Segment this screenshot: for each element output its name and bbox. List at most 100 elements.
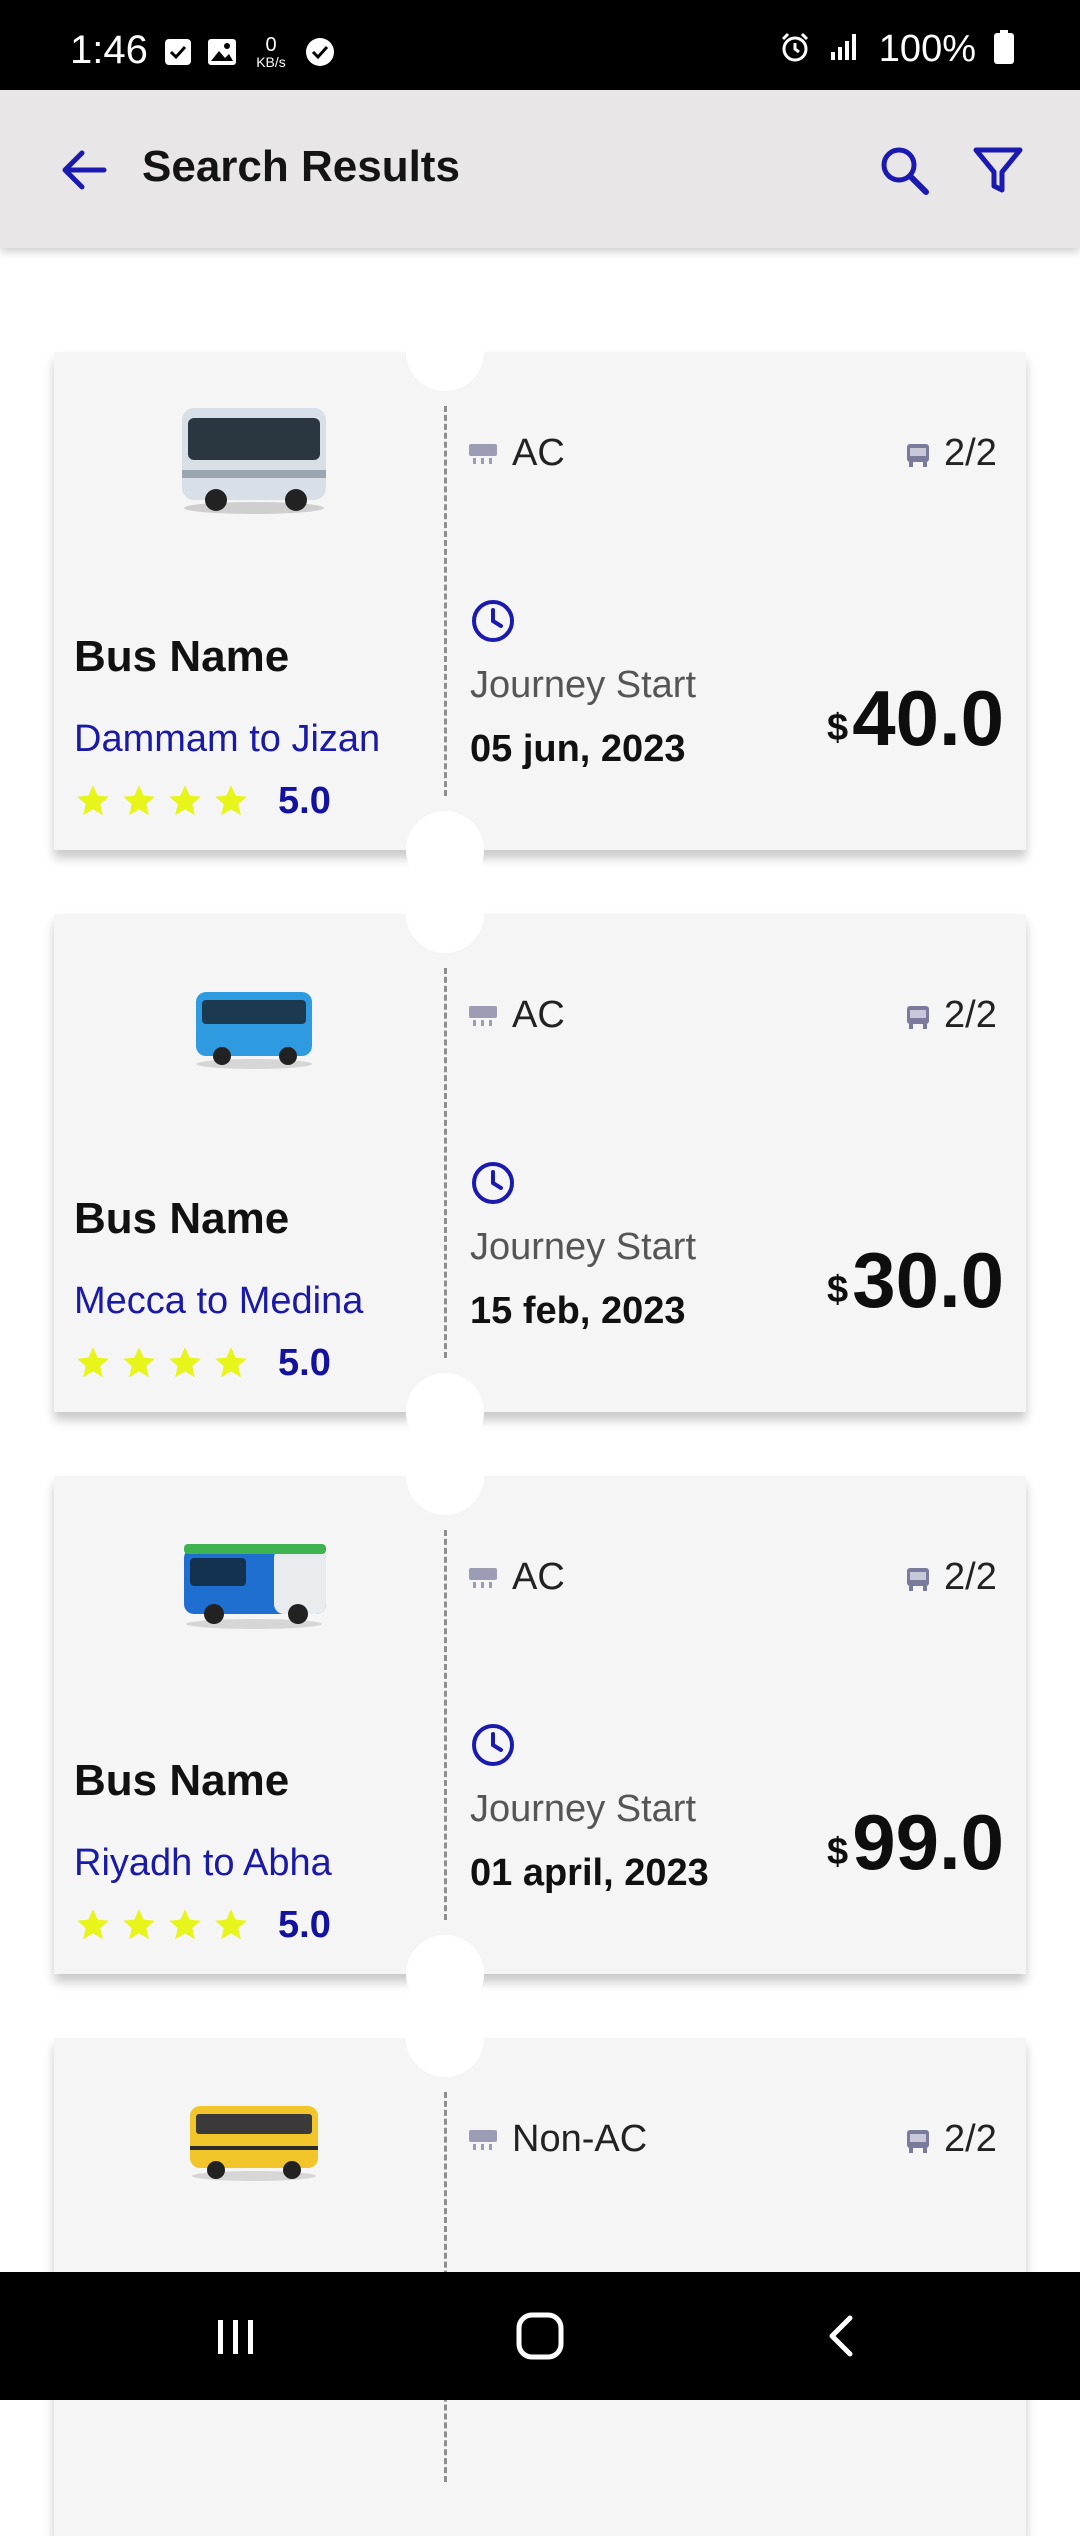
home-icon (516, 2312, 564, 2360)
price-currency: $ (827, 707, 849, 749)
seats-available: 2/2 (944, 994, 997, 1036)
bus-ticket-card[interactable]: Bus Name Dammam to Jizan 5.0 AC 2/2 Jour… (54, 313, 1026, 889)
journey-start-label: Journey Start (470, 1788, 696, 1830)
system-nav-bar (0, 2272, 1080, 2400)
page-title: Search Results (142, 142, 460, 191)
seats-available: 2/2 (944, 432, 997, 474)
ticket-divider (444, 1530, 447, 1920)
journey-date: 01 april, 2023 (470, 1852, 709, 1894)
bus-image (174, 390, 334, 518)
net-speed: 0 KB/s (251, 35, 291, 69)
price: $ 40.0 (827, 678, 1004, 758)
clock-icon (472, 1724, 514, 1766)
status-notifications: 0 KB/s (163, 35, 335, 69)
star-icon (123, 1909, 155, 1940)
app-bar: Search Results (0, 90, 1080, 248)
seat-icon (907, 444, 929, 467)
seats-available: 2/2 (944, 1556, 997, 1598)
signal-icon (829, 32, 861, 67)
ac-type: AC (512, 1556, 565, 1598)
star-rating (74, 782, 250, 820)
battery-percent: 100% (878, 28, 976, 70)
seat-icon (907, 2130, 929, 2153)
rating-value: 5.0 (278, 1342, 331, 1384)
star-icon (215, 1909, 247, 1940)
recent-apps-button[interactable] (212, 2312, 260, 2360)
price-value: 99.0 (852, 1798, 1004, 1886)
ticket-notch-top (406, 1999, 484, 2077)
home-button[interactable] (514, 2310, 566, 2362)
star-rating (74, 1906, 250, 1944)
star-icon (77, 785, 109, 816)
bus-name: Bus Name (74, 1756, 290, 1805)
check-circle-icon (305, 37, 335, 67)
bus-image (174, 1514, 334, 1642)
search-icon (881, 147, 929, 195)
route-text: Dammam to Jizan (74, 718, 381, 760)
bus-ticket-card[interactable]: Bus Name Riyadh to Abha 5.0 AC 2/2 Journ… (54, 1437, 1026, 2013)
ticket-notch-top (406, 1437, 484, 1515)
filter-icon (973, 147, 1023, 193)
bus-ticket-card[interactable]: Bus Name Mecca to Medina 5.0 AC 2/2 Jour… (54, 875, 1026, 1451)
ac-icon (469, 1568, 497, 1588)
bus-name: Bus Name (74, 1194, 290, 1243)
price: $ 99.0 (827, 1802, 1004, 1882)
ticket-notch-top (406, 875, 484, 953)
star-icon (169, 1347, 201, 1378)
route-text: Mecca to Medina (74, 1280, 364, 1322)
system-back-button[interactable] (818, 2312, 866, 2360)
rating-value: 5.0 (278, 1904, 331, 1946)
journey-start-label: Journey Start (470, 1226, 696, 1268)
ticket-notch-top (406, 313, 484, 391)
ac-icon (469, 444, 497, 464)
price-currency: $ (827, 1269, 849, 1311)
ticket-divider (444, 968, 447, 1358)
bus-name: Bus Name (74, 632, 290, 681)
net-speed-unit: KB/s (256, 54, 286, 70)
star-icon (77, 1909, 109, 1940)
price-value: 40.0 (852, 674, 1004, 762)
ac-type: AC (512, 994, 565, 1036)
status-time: 1:46 (70, 28, 148, 72)
battery-icon (994, 30, 1014, 69)
ac-type: Non-AC (512, 2118, 648, 2160)
star-icon (215, 785, 247, 816)
chevron-left-icon (829, 2315, 853, 2357)
back-button[interactable] (56, 142, 112, 198)
checkbox-notification-icon (163, 37, 193, 67)
image-notification-icon (207, 37, 237, 67)
star-icon (215, 1347, 247, 1378)
ac-icon (469, 2130, 497, 2150)
price: $ 30.0 (827, 1240, 1004, 1320)
price-currency: $ (827, 1831, 849, 1873)
ticket-divider (444, 406, 447, 796)
price-value: 30.0 (852, 1236, 1004, 1324)
filter-button[interactable] (970, 142, 1026, 198)
seat-icon (907, 1006, 929, 1029)
search-button[interactable] (876, 142, 932, 198)
alarm-icon (779, 31, 811, 68)
rating-value: 5.0 (278, 780, 331, 822)
star-icon (169, 785, 201, 816)
ac-icon (469, 1006, 497, 1026)
star-rating (74, 1344, 250, 1382)
status-bar: 1:46 0 KB/s 100% (0, 0, 1080, 90)
route-text: Riyadh to Abha (74, 1842, 332, 1884)
star-icon (169, 1909, 201, 1940)
journey-date: 15 feb, 2023 (470, 1290, 686, 1332)
clock-icon (472, 600, 514, 642)
net-speed-value: 0 (265, 34, 277, 56)
bus-image (174, 952, 334, 1080)
journey-start-label: Journey Start (470, 664, 696, 706)
star-icon (123, 785, 155, 816)
star-icon (123, 1347, 155, 1378)
arrow-left-icon (62, 150, 107, 190)
seat-icon (907, 1568, 929, 1591)
recent-apps-icon (218, 2320, 253, 2354)
journey-date: 05 jun, 2023 (470, 728, 686, 770)
clock-icon (472, 1162, 514, 1204)
bus-image (174, 2076, 334, 2204)
star-icon (77, 1347, 109, 1378)
seats-available: 2/2 (944, 2118, 997, 2160)
ac-type: AC (512, 432, 565, 474)
